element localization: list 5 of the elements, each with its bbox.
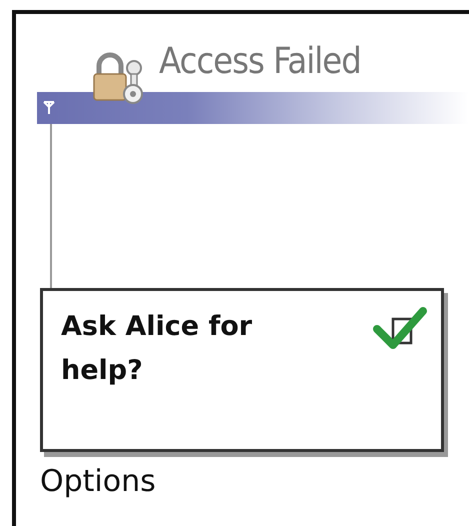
signal-antenna-icon <box>43 101 55 115</box>
lock-and-key-icon <box>91 52 145 104</box>
dialog-message: Ask Alice for help? <box>61 310 254 388</box>
window-title: Access Failed <box>159 41 361 84</box>
options-softkey[interactable]: Options <box>40 464 156 499</box>
